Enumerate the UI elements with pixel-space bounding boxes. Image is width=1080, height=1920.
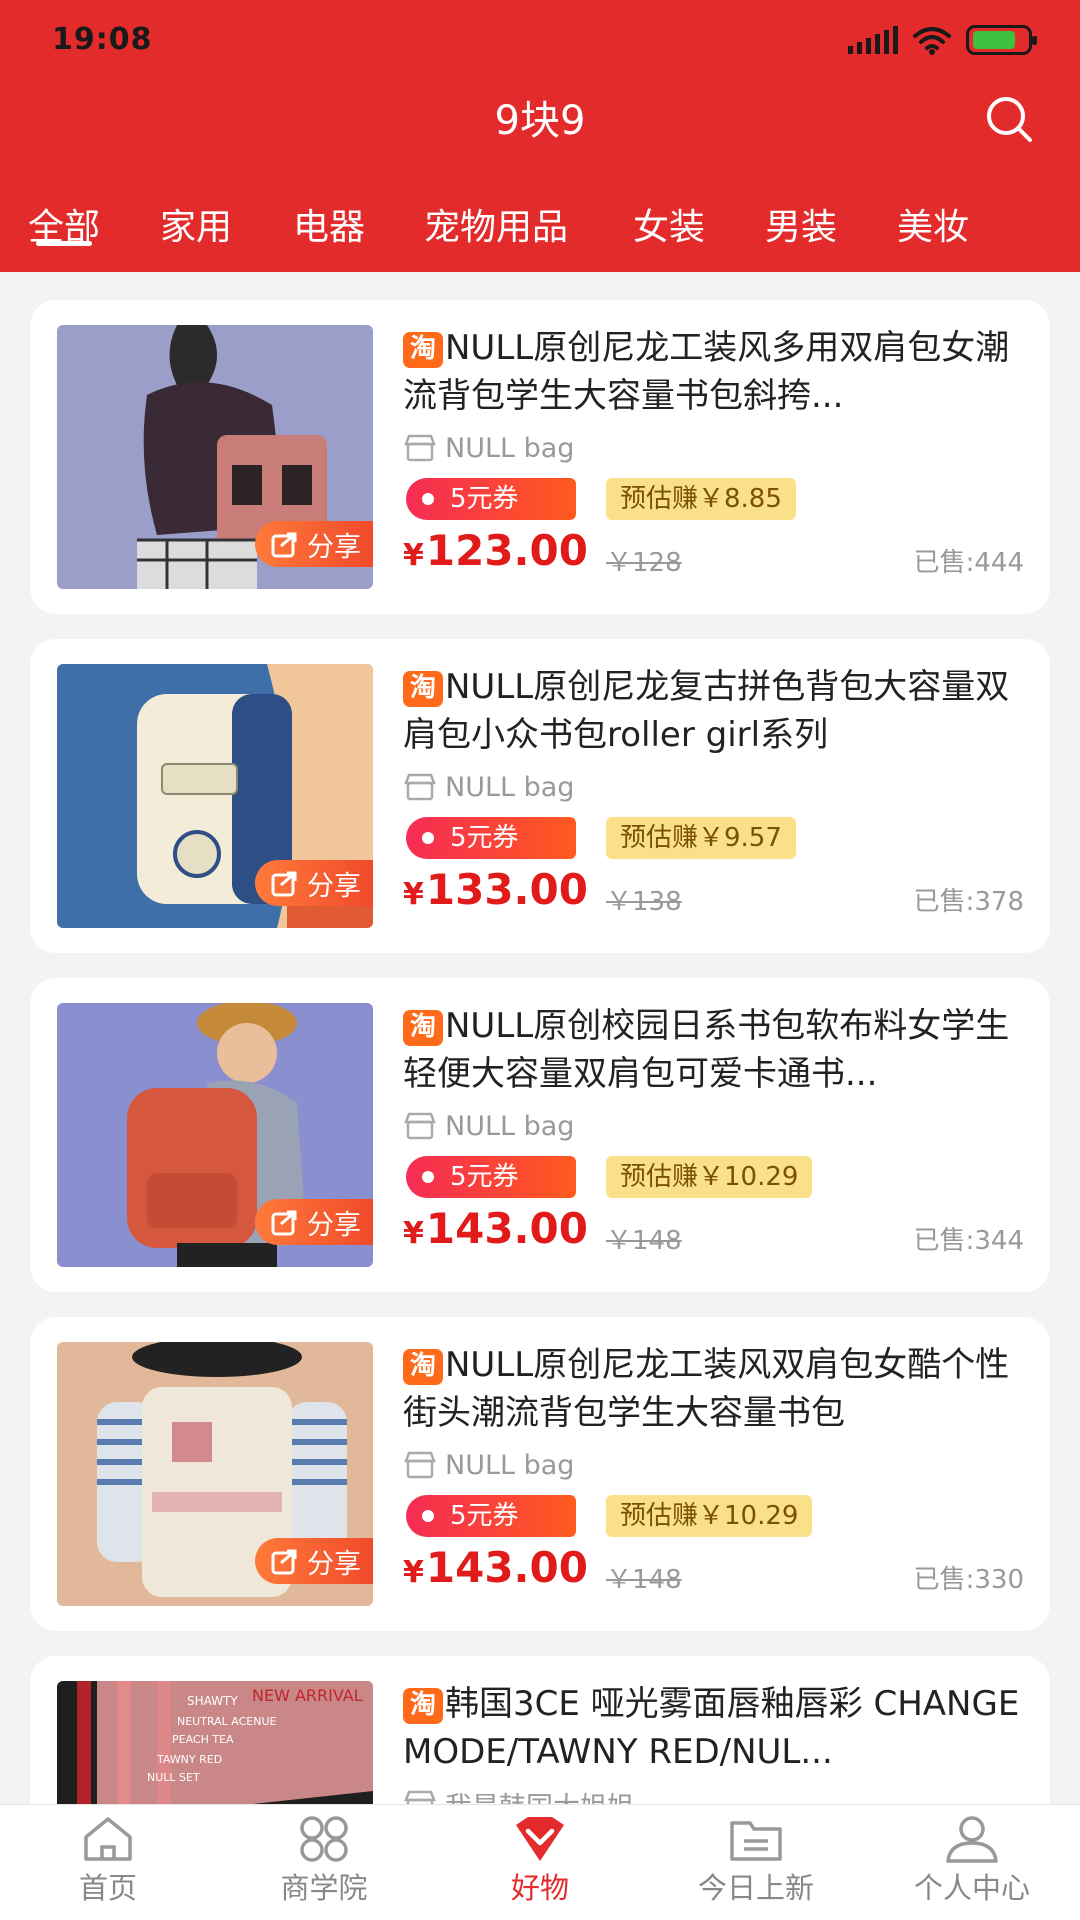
nav-new-today[interactable]: 今日上新 — [648, 1815, 864, 1907]
tab-beauty[interactable]: 美妆 — [897, 198, 969, 250]
coupon-badge[interactable]: 5元券 — [406, 1156, 576, 1198]
price: ¥123.00 — [403, 526, 588, 575]
product-title[interactable]: 淘 NULL原创尼龙工装风多用双肩包女潮流背包学生大容量书包斜挎... — [403, 324, 1023, 420]
original-price: ￥148 — [606, 1565, 682, 1595]
sold-count: 已售:330 — [913, 1565, 1024, 1595]
sold-count: 已售:344 — [913, 1226, 1024, 1256]
shop-icon — [404, 773, 436, 801]
taobao-badge-icon: 淘 — [403, 1010, 443, 1046]
share-icon — [271, 1549, 297, 1575]
new-today-icon — [730, 1821, 782, 1861]
svg-text:NEW ARRIVAL: NEW ARRIVAL — [252, 1686, 363, 1705]
estimated-earnings: 预估赚￥10.29 — [606, 1495, 813, 1537]
coupon-badge[interactable]: 5元券 — [406, 478, 576, 520]
nav-profile[interactable]: 个人中心 — [864, 1815, 1080, 1907]
home-icon — [84, 1817, 132, 1861]
price: ¥143.00 — [403, 1543, 588, 1592]
product-title[interactable]: 淘 NULL原创校园日系书包软布料女学生轻便大容量双肩包可爱卡通书... — [403, 1002, 1023, 1098]
share-label: 分享 — [307, 531, 361, 563]
good-items-icon — [516, 1817, 564, 1861]
product-card[interactable]: 分享 淘 NULL原创尼龙工装风双肩包女酷个性街头潮流背包学生大容量书包 NULL… — [30, 1317, 1050, 1631]
academy-icon — [300, 1816, 348, 1862]
bottom-navigation: 首页 商学院 好物 今日上新 个人中心 — [0, 1804, 1080, 1920]
original-price: ￥128 — [606, 548, 682, 578]
share-icon — [271, 1210, 297, 1236]
app-header: 19:08 9块9 全部 家用 电器 宠物用品 女装 男装 美妆 — [0, 0, 1080, 272]
product-card[interactable]: 分享 淘 NULL原创尼龙工装风多用双肩包女潮流背包学生大容量书包斜挎... NU… — [30, 300, 1050, 614]
sold-count: 已售:378 — [913, 887, 1024, 917]
product-image[interactable]: NEW ARRIVAL SHAWTY NEUTRAL ACENUE PEACH … — [57, 1681, 373, 1804]
product-card[interactable]: 分享 淘 NULL原创尼龙复古拼色背包大容量双肩包小众书包roller girl系… — [30, 639, 1050, 953]
shop-name[interactable]: 我是韩国大姐姐 — [403, 1786, 634, 1804]
original-price: ￥148 — [606, 1226, 682, 1256]
category-tabs: 全部 家用 电器 宠物用品 女装 男装 美妆 — [0, 198, 1080, 272]
tab-household[interactable]: 家用 — [160, 198, 232, 250]
product-image[interactable]: 分享 — [57, 1342, 373, 1606]
svg-text:SHAWTY: SHAWTY — [187, 1694, 238, 1708]
status-time: 19:08 — [52, 22, 153, 57]
svg-text:PEACH TEA: PEACH TEA — [172, 1733, 234, 1746]
search-icon[interactable] — [984, 94, 1034, 144]
share-button[interactable]: 分享 — [255, 521, 373, 567]
tab-all[interactable]: 全部 — [28, 198, 100, 250]
nav-home[interactable]: 首页 — [0, 1815, 216, 1907]
original-price: ￥138 — [606, 887, 682, 917]
product-image[interactable]: 分享 — [57, 1003, 373, 1267]
tab-mens-clothing[interactable]: 男装 — [765, 198, 837, 250]
share-icon — [271, 871, 297, 897]
tab-pet-supplies[interactable]: 宠物用品 — [424, 198, 568, 250]
nav-good-items[interactable]: 好物 — [432, 1815, 648, 1907]
product-card[interactable]: NEW ARRIVAL SHAWTY NEUTRAL ACENUE PEACH … — [30, 1656, 1050, 1804]
svg-text:NULL SET: NULL SET — [147, 1771, 200, 1784]
signal-icon — [848, 26, 898, 54]
price: ¥133.00 — [403, 865, 588, 914]
product-list[interactable]: 分享 淘 NULL原创尼龙工装风多用双肩包女潮流背包学生大容量书包斜挎... NU… — [0, 272, 1080, 1804]
profile-icon — [946, 1816, 998, 1863]
share-label: 分享 — [307, 1209, 361, 1241]
share-button[interactable]: 分享 — [255, 860, 373, 906]
product-title[interactable]: 淘 NULL原创尼龙复古拼色背包大容量双肩包小众书包roller girl系列 — [403, 663, 1023, 759]
shop-name[interactable]: NULL bag — [403, 430, 574, 466]
share-button[interactable]: 分享 — [255, 1538, 373, 1584]
share-label: 分享 — [307, 1548, 361, 1580]
estimated-earnings: 预估赚￥9.57 — [606, 817, 796, 859]
battery-icon — [966, 25, 1037, 55]
estimated-earnings: 预估赚￥10.29 — [606, 1156, 813, 1198]
taobao-badge-icon: 淘 — [403, 332, 443, 368]
estimated-earnings: 预估赚￥8.85 — [606, 478, 796, 520]
shop-name[interactable]: NULL bag — [403, 769, 574, 805]
status-icons — [848, 24, 1037, 56]
product-title[interactable]: 淘韩国3CE 哑光雾面唇釉唇彩 CHANGE MODE/TAWNY RED/NU… — [403, 1680, 1023, 1776]
taobao-badge-icon: 淘 — [403, 671, 443, 707]
nav-academy[interactable]: 商学院 — [216, 1815, 432, 1907]
product-card[interactable]: 分享 淘 NULL原创校园日系书包软布料女学生轻便大容量双肩包可爱卡通书... N… — [30, 978, 1050, 1292]
shop-icon — [404, 434, 436, 462]
svg-text:TAWNY RED: TAWNY RED — [156, 1753, 222, 1766]
page-title: 9块9 — [494, 98, 586, 144]
coupon-badge[interactable]: 5元券 — [406, 817, 576, 859]
taobao-badge-icon: 淘 — [403, 1349, 443, 1385]
shop-name[interactable]: NULL bag — [403, 1108, 574, 1144]
status-bar: 19:08 — [0, 0, 1080, 80]
price: ¥143.00 — [403, 1204, 588, 1253]
share-icon — [271, 532, 297, 558]
shop-name[interactable]: NULL bag — [403, 1447, 574, 1483]
taobao-badge-icon: 淘 — [403, 1688, 443, 1724]
sold-count: 已售:444 — [913, 548, 1024, 578]
share-label: 分享 — [307, 870, 361, 902]
shop-icon — [404, 1451, 436, 1479]
shop-icon — [404, 1790, 436, 1804]
shop-icon — [404, 1112, 436, 1140]
product-image[interactable]: 分享 — [57, 325, 373, 589]
svg-text:NEUTRAL ACENUE: NEUTRAL ACENUE — [177, 1715, 277, 1728]
share-button[interactable]: 分享 — [255, 1199, 373, 1245]
product-image[interactable]: 分享 — [57, 664, 373, 928]
tab-appliances[interactable]: 电器 — [293, 198, 365, 250]
tab-womens-clothing[interactable]: 女装 — [633, 198, 705, 250]
wifi-icon — [913, 27, 951, 55]
product-title[interactable]: 淘 NULL原创尼龙工装风双肩包女酷个性街头潮流背包学生大容量书包 — [403, 1341, 1023, 1437]
coupon-badge[interactable]: 5元券 — [406, 1495, 576, 1537]
